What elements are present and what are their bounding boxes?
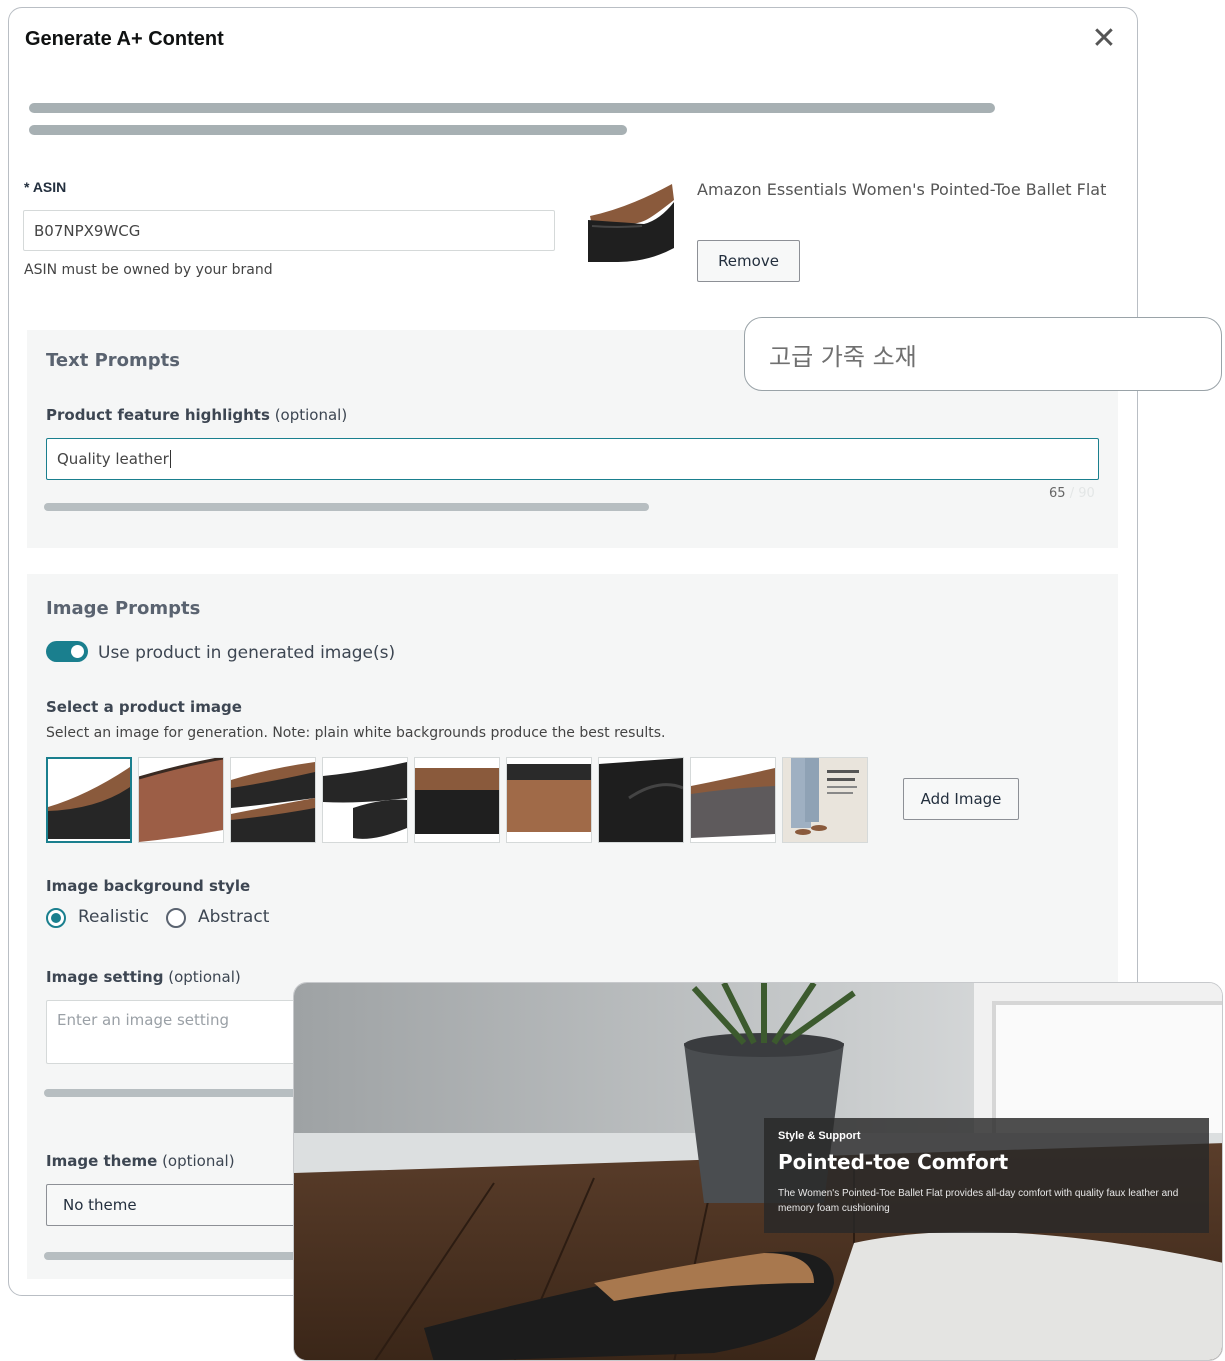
modal-title: Generate A+ Content <box>25 28 224 50</box>
product-image-thumb-2[interactable] <box>138 757 224 843</box>
asin-helper-text: ASIN must be owned by your brand <box>24 262 273 278</box>
product-image-thumbnails <box>46 757 868 843</box>
highlights-input[interactable]: Quality leather <box>46 438 1099 480</box>
highlights-input-value: Quality leather <box>57 450 169 468</box>
product-image-thumb-7[interactable] <box>598 757 684 843</box>
loading-placeholder-line <box>29 125 627 135</box>
char-count: 65 <box>1049 486 1066 501</box>
asin-label: * ASIN <box>24 179 67 195</box>
close-icon[interactable]: ✕ <box>1089 24 1119 54</box>
loading-placeholder-line <box>44 1252 304 1260</box>
radio-abstract[interactable] <box>166 908 186 928</box>
shoe-image <box>599 758 683 842</box>
preview-description: The Women's Pointed-Toe Ballet Flat prov… <box>778 1188 1179 1214</box>
shoe-image <box>507 758 591 842</box>
image-setting-input[interactable]: Enter an image setting <box>46 1000 306 1064</box>
highlights-label: Product feature highlights (optional) <box>46 406 347 424</box>
lifestyle-image <box>783 758 867 842</box>
shoe-image <box>323 758 407 842</box>
select-image-label: Select a product image <box>46 698 242 716</box>
shoe-image <box>415 758 499 842</box>
product-image-thumb-4[interactable] <box>322 757 408 843</box>
loading-placeholder-line <box>29 103 995 113</box>
radio-abstract-label: Abstract <box>198 907 270 927</box>
text-prompts-title: Text Prompts <box>46 350 180 371</box>
shoe-image <box>691 758 775 842</box>
product-image-thumb-5[interactable] <box>414 757 500 843</box>
product-image-thumb-8[interactable] <box>690 757 776 843</box>
char-count-max: / 90 <box>1069 486 1095 501</box>
toggle-knob <box>71 645 84 658</box>
translation-bubble: 고급 가죽 소재 <box>744 317 1222 391</box>
radio-realistic[interactable] <box>46 908 66 928</box>
image-theme-label: Image theme (optional) <box>46 1152 235 1170</box>
preview-kicker: Style & Support <box>778 1130 861 1142</box>
select-image-help: Select an image for generation. Note: pl… <box>46 725 666 741</box>
product-image-thumb-3[interactable] <box>230 757 316 843</box>
image-prompts-title: Image Prompts <box>46 598 201 619</box>
preview-text-overlay: Style & Support Pointed-toe Comfort The … <box>764 1118 1209 1233</box>
product-name: Amazon Essentials Women's Pointed-Toe Ba… <box>697 180 1107 199</box>
optional-suffix: (optional) <box>162 1152 235 1170</box>
product-image-thumb-9[interactable] <box>782 757 868 843</box>
optional-suffix: (optional) <box>274 406 348 424</box>
optional-suffix: (optional) <box>168 968 241 986</box>
bg-style-label: Image background style <box>46 877 250 895</box>
radio-realistic-label: Realistic <box>78 907 149 927</box>
toggle-label: Use product in generated image(s) <box>98 643 396 663</box>
loading-placeholder-line <box>44 1089 304 1097</box>
shoe-image <box>139 758 223 842</box>
shoe-image <box>48 759 130 841</box>
add-image-button[interactable]: Add Image <box>903 778 1019 820</box>
remove-button[interactable]: Remove <box>697 240 800 282</box>
bg-style-label-text: Image background style <box>46 877 251 895</box>
image-setting-label: Image setting (optional) <box>46 968 241 986</box>
preview-title: Pointed-toe Comfort <box>778 1150 1009 1174</box>
image-setting-label-text: Image setting <box>46 968 164 986</box>
shoe-image <box>231 758 315 842</box>
product-image-thumb-1[interactable] <box>46 757 132 843</box>
char-counter: 65 / 90 <box>1049 486 1095 501</box>
generated-image-preview: Style & Support Pointed-toe Comfort The … <box>293 982 1223 1361</box>
asin-input[interactable]: B07NPX9WCG <box>23 210 555 251</box>
image-theme-select[interactable]: No theme <box>46 1184 306 1226</box>
highlights-label-text: Product feature highlights <box>46 406 270 424</box>
loading-placeholder-line <box>44 503 649 511</box>
select-image-label-text: Select a product image <box>46 698 242 716</box>
use-product-toggle[interactable] <box>46 641 88 662</box>
image-theme-label-text: Image theme <box>46 1152 158 1170</box>
product-image-thumb-6[interactable] <box>506 757 592 843</box>
product-thumbnail <box>588 180 676 262</box>
